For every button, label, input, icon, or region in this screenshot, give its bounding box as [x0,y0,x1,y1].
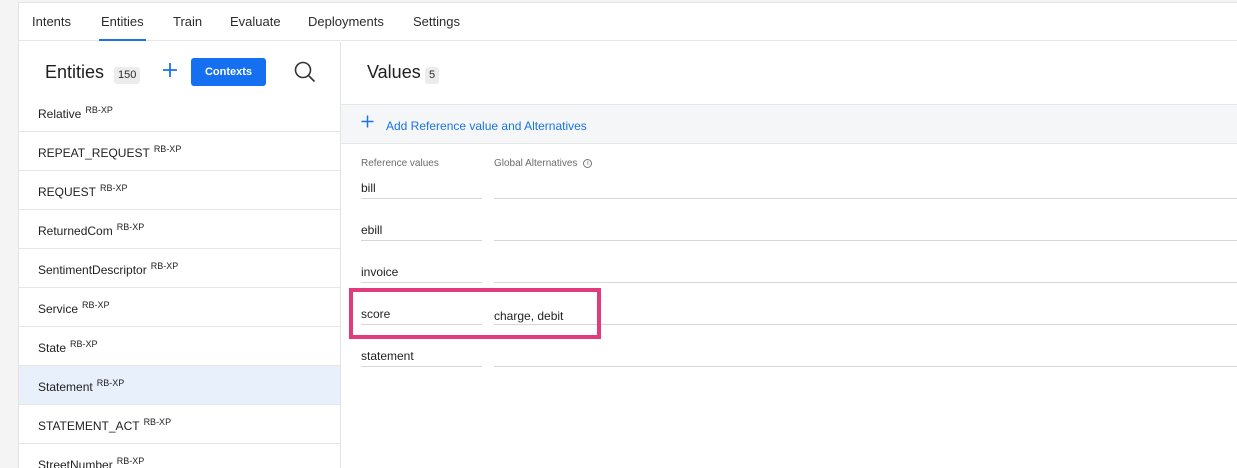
entity-item-request[interactable]: REQUEST RB-XP [19,171,340,210]
entities-title: Entities [45,62,105,82]
alternatives-field[interactable] [494,347,1237,367]
add-entity-button[interactable] [160,59,180,81]
entity-item-returnedcom[interactable]: ReturnedCom RB-XP [19,210,340,249]
value-row: ebill [341,221,1237,263]
entities-header: Entities 150 Contexts [19,42,340,105]
tab-intents[interactable]: Intents [32,14,71,29]
entities-count-badge: 150 [114,67,141,84]
plus-icon [163,63,177,77]
alternatives-field[interactable]: charge, debit [494,305,1237,325]
top-navigation: Intents Entities Train Evaluate Deployme… [19,3,1237,41]
app-window: Intents Entities Train Evaluate Deployme… [18,2,1237,468]
tab-evaluate[interactable]: Evaluate [230,14,281,29]
entity-name: SentimentDescriptor [38,263,147,277]
alternatives-field[interactable] [494,221,1237,241]
entity-tag: RB-XP [116,222,145,232]
reference-value-field[interactable]: statement [361,347,482,367]
entity-item-service[interactable]: Service RB-XP [19,288,340,327]
entity-item-statement[interactable]: Statement RB-XP [19,366,340,405]
entity-name: REPEAT_REQUEST [38,146,150,160]
entity-name: ReturnedCom [38,224,113,238]
entity-item-statement-act[interactable]: STATEMENT_ACT RB-XP [19,405,340,444]
tab-deployments[interactable]: Deployments [308,14,384,29]
global-alternatives-header: Global Alternatives i [494,158,593,169]
global-alternatives-label: Global Alternatives [494,158,578,169]
entity-name: REQUEST [38,185,97,199]
values-panel: Values 5 Add Reference value and Alterna… [341,42,1237,468]
search-icon [294,61,316,83]
entity-tag: RB-XP [96,378,125,388]
entity-item-relative[interactable]: Relative RB-XP [19,105,340,132]
values-count-badge: 5 [425,67,440,84]
value-row: bill [341,179,1237,221]
entity-tag: RB-XP [100,183,128,193]
value-row: score charge, debit [341,305,1237,347]
entity-item-streetnumber[interactable]: StreetNumber RB-XP [19,444,340,468]
alternatives-field[interactable] [494,179,1237,199]
entity-tag: RB-XP [82,300,110,310]
entity-list[interactable]: Relative RB-XP REPEAT_REQUEST RB-XP REQUES… [19,105,340,468]
tab-train[interactable]: Train [173,14,202,29]
tab-settings[interactable]: Settings [413,14,460,29]
entity-name: STATEMENT_ACT [38,419,140,433]
reference-value-field[interactable]: bill [361,179,482,199]
entity-name: Service [38,302,79,316]
reference-value-field[interactable]: score [361,305,482,325]
entity-name: State [38,341,67,355]
entity-tag: RB-XP [143,417,172,427]
tab-entities[interactable]: Entities [99,14,146,41]
entity-name: Statement [38,380,93,394]
entity-item-state[interactable]: State RB-XP [19,327,340,366]
entities-panel: Entities 150 Contexts Relative RB-XP REP… [19,42,341,468]
reference-value-field[interactable]: invoice [361,263,482,283]
value-row: invoice [341,263,1237,305]
add-reference-value-button[interactable]: Add Reference value and Alternatives [341,104,1237,144]
add-reference-value-label: Add Reference value and Alternatives [386,119,587,133]
reference-value-field[interactable]: ebill [361,221,482,241]
alternatives-field[interactable] [494,263,1237,283]
entity-tag: RB-XP [150,261,179,271]
entity-item-sentimentdescriptor[interactable]: SentimentDescriptor RB-XP [19,249,340,288]
info-icon[interactable]: i [583,158,593,168]
plus-icon [361,113,374,133]
values-title: Values [367,62,421,82]
entity-name: Relative [38,107,82,121]
entity-item-repeat-request[interactable]: REPEAT_REQUEST RB-XP [19,132,340,171]
entity-tag: RB-XP [70,339,98,349]
entity-tag: RB-XP [116,456,145,466]
entity-tag: RB-XP [153,144,182,154]
contexts-button[interactable]: Contexts [191,58,266,86]
value-row: statement [341,347,1237,389]
entity-tag: RB-XP [85,105,113,115]
entity-name: StreetNumber [38,458,113,468]
reference-values-header: Reference values [361,158,439,169]
search-button[interactable] [293,60,317,84]
